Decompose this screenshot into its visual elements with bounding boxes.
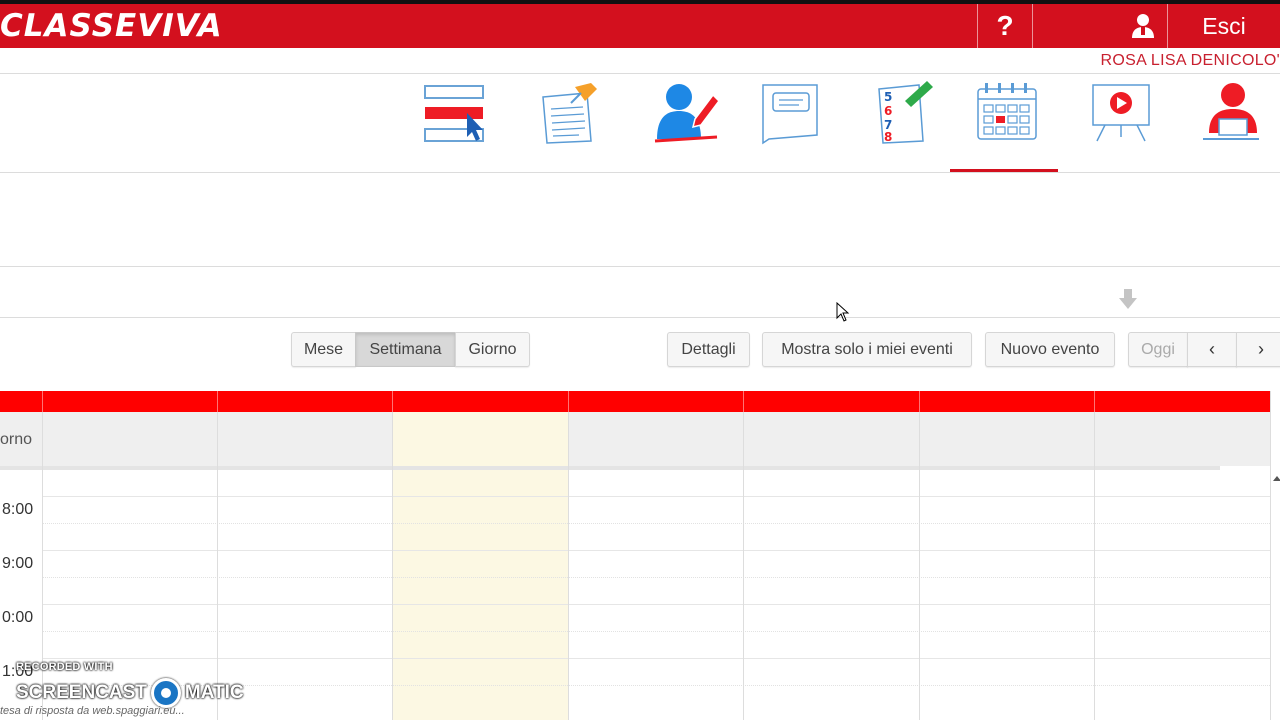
- column-divider: [1270, 391, 1271, 720]
- allday-label: orno: [0, 431, 33, 448]
- time-label: 9:00: [2, 555, 34, 572]
- today-button[interactable]: Oggi: [1128, 332, 1188, 367]
- browser-status-text: tesa di risposta da web.spaggiari.eu...: [0, 705, 185, 717]
- svg-text:6: 6: [884, 104, 892, 118]
- column-divider: [217, 412, 218, 720]
- column-divider: [42, 412, 43, 720]
- user-name: ROSA LISA DENICOLO': [1100, 52, 1280, 69]
- divider: [0, 466, 1220, 470]
- divider: [0, 172, 1280, 173]
- divider: [0, 73, 1280, 74]
- video-icon[interactable]: [1082, 76, 1154, 148]
- chevron-right-icon: ›: [1258, 339, 1264, 359]
- screencast-right-text: MATIC: [184, 682, 244, 703]
- lavagna-icon[interactable]: [752, 76, 824, 148]
- column-divider: [1094, 412, 1095, 720]
- top-bar: CLASSEVIVA ? Esci: [0, 0, 1280, 48]
- view-week-button[interactable]: Settimana: [355, 332, 456, 367]
- column-divider: [743, 412, 744, 720]
- column-divider: [392, 391, 393, 412]
- column-divider: [392, 412, 393, 720]
- download-arrow-icon[interactable]: [1118, 287, 1138, 311]
- svg-text:8: 8: [884, 130, 892, 144]
- divider: [0, 266, 1280, 267]
- column-divider: [743, 391, 744, 412]
- view-day-button[interactable]: Giorno: [455, 332, 530, 367]
- docente-icon[interactable]: [650, 76, 722, 148]
- user-icon[interactable]: [1118, 4, 1168, 48]
- column-divider: [217, 391, 218, 412]
- calendar-allday-row: [0, 412, 1270, 466]
- time-row-line: [42, 523, 1270, 524]
- prev-button[interactable]: ‹: [1187, 332, 1237, 367]
- time-row-line: [42, 496, 1270, 497]
- scroll-up-arrow[interactable]: [1273, 476, 1280, 481]
- classeviva-logo[interactable]: CLASSEVIVA: [0, 8, 223, 44]
- my-events-button[interactable]: Mostra solo i miei eventi: [762, 332, 972, 367]
- today-column: [393, 470, 568, 720]
- column-divider: [568, 391, 569, 412]
- screencast-logo: SCREENCAST MATIC: [16, 678, 244, 708]
- screencast-circle-icon: [150, 678, 181, 708]
- mouse-cursor-icon: [836, 302, 850, 322]
- registro-icon[interactable]: [416, 76, 488, 148]
- screencast-watermark: RECORDED WITH SCREENCAST MATIC: [16, 661, 244, 708]
- time-row-line: [42, 577, 1270, 578]
- screencast-left-text: SCREENCAST: [16, 682, 147, 703]
- details-button[interactable]: Dettagli: [667, 332, 750, 367]
- view-month-button[interactable]: Mese: [291, 332, 356, 367]
- time-row-line: [42, 658, 1270, 659]
- today-allday-cell: [393, 412, 568, 466]
- time-label: 0:00: [2, 609, 34, 626]
- exit-button[interactable]: Esci: [1168, 4, 1280, 48]
- separator: [1032, 4, 1033, 48]
- note-icon[interactable]: [532, 76, 604, 148]
- time-label: 8:00: [2, 501, 34, 518]
- chevron-left-icon: ‹: [1209, 339, 1215, 359]
- column-divider: [919, 391, 920, 412]
- column-divider: [1094, 391, 1095, 412]
- agenda-icon[interactable]: [968, 76, 1040, 148]
- svg-text:5: 5: [884, 90, 892, 104]
- time-row-line: [42, 631, 1270, 632]
- column-divider: [919, 412, 920, 720]
- column-divider: [42, 391, 43, 412]
- recorded-with-text: RECORDED WITH: [16, 661, 113, 673]
- new-event-button[interactable]: Nuovo evento: [985, 332, 1115, 367]
- time-row-line: [42, 604, 1270, 605]
- column-divider: [568, 412, 569, 720]
- divider: [0, 317, 1280, 318]
- calendar-header: [0, 391, 1270, 412]
- time-row-line: [42, 550, 1270, 551]
- voti-icon[interactable]: 5 6 7 8: [866, 76, 938, 148]
- next-button[interactable]: ›: [1236, 332, 1280, 367]
- help-button[interactable]: ?: [978, 4, 1032, 48]
- utente-icon[interactable]: [1192, 76, 1264, 148]
